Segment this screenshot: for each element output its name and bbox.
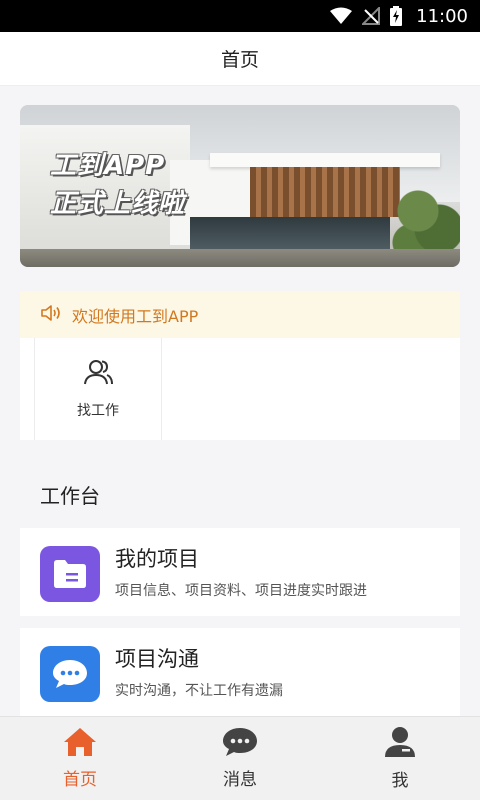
page-title: 首页: [220, 49, 259, 71]
people-icon: [82, 358, 114, 390]
bottom-tab-bar: 首页 消息 我: [0, 716, 480, 800]
promo-banner[interactable]: 工到APP 正式上线啦: [20, 105, 460, 267]
no-signal-icon: [362, 7, 381, 25]
project-chat-card[interactable]: 项目沟通 实时沟通，不让工作有遗漏: [20, 628, 460, 716]
home-icon: [63, 727, 97, 761]
tab-home-label: 首页: [63, 770, 97, 790]
banner-line-1: 工到APP: [50, 151, 166, 181]
banner-line-2: 正式上线啦: [50, 189, 186, 219]
banner-headline: 工到APP 正式上线啦: [50, 147, 185, 223]
status-time: 11:00: [416, 5, 468, 27]
chat-icon: [40, 646, 100, 702]
tab-profile[interactable]: 我: [320, 717, 480, 800]
notice-bar[interactable]: 欢迎使用工到APP: [20, 291, 460, 338]
folder-icon: [40, 546, 100, 602]
tab-home[interactable]: 首页: [0, 717, 160, 800]
find-job-label: 找工作: [77, 403, 119, 419]
title-bar: 首页: [0, 32, 480, 86]
banner-ground: [20, 249, 460, 267]
project-chat-title: 项目沟通: [115, 647, 199, 671]
project-chat-desc: 实时沟通，不让工作有遗漏: [115, 683, 283, 699]
profile-icon: [384, 726, 416, 762]
my-projects-desc: 项目信息、项目资料、项目进度实时跟进: [115, 583, 367, 599]
tab-profile-label: 我: [391, 771, 409, 791]
notice-text: 欢迎使用工到APP: [72, 306, 199, 326]
tab-messages-label: 消息: [223, 770, 257, 790]
tab-messages[interactable]: 消息: [160, 717, 320, 800]
workbench-title: 工作台: [40, 484, 100, 508]
banner-wood-slats: [250, 167, 400, 217]
battery-charging-icon: [390, 6, 403, 26]
speaker-icon: [40, 304, 62, 326]
home-content[interactable]: 工到APP 正式上线啦 欢迎使用工到APP 找工作 工作台 我的项目 项目信息、…: [0, 86, 480, 716]
wifi-icon: [330, 7, 353, 25]
my-projects-title: 我的项目: [115, 547, 199, 571]
my-projects-card[interactable]: 我的项目 项目信息、项目资料、项目进度实时跟进: [20, 528, 460, 616]
message-icon: [222, 727, 258, 761]
find-job-button[interactable]: 找工作: [34, 338, 162, 440]
status-bar: 11:00: [0, 0, 480, 32]
banner-house-roof: [210, 153, 440, 167]
quick-actions: 找工作: [20, 338, 460, 440]
